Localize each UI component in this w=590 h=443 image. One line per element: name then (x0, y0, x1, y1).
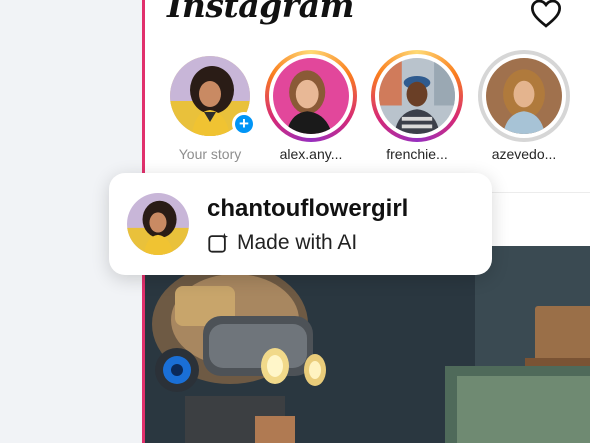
post-username[interactable]: chantouflowergirl (207, 195, 408, 223)
story-ring (478, 50, 570, 142)
story-label: azevedo... (491, 146, 557, 162)
avatar (486, 58, 562, 134)
story-ring: + (164, 50, 256, 142)
story-your-story[interactable]: + Your story (162, 50, 258, 162)
story-ring (265, 50, 357, 142)
story-label: Your story (178, 146, 242, 162)
avatar (379, 58, 455, 134)
avatar (273, 58, 349, 134)
post-image[interactable] (145, 246, 590, 443)
ai-label-popup[interactable]: chantouflowergirl Made with AI (109, 173, 492, 275)
ai-label-text: Made with AI (237, 231, 358, 254)
story-ring (371, 50, 463, 142)
avatar[interactable] (127, 193, 189, 255)
made-with-ai-label[interactable]: Made with AI (207, 231, 357, 255)
story-label: frenchie... (386, 146, 448, 162)
instagram-logo[interactable]: Instagram (167, 0, 354, 25)
story-frenchie[interactable]: frenchie... (369, 50, 465, 162)
heart-icon[interactable] (529, 0, 563, 28)
story-alex[interactable]: alex.any... (263, 50, 359, 162)
story-label: alex.any... (279, 146, 343, 162)
add-story-icon[interactable]: + (232, 112, 256, 136)
story-azevedo[interactable]: azevedo... (476, 50, 572, 162)
ai-sparkle-icon (208, 232, 229, 253)
